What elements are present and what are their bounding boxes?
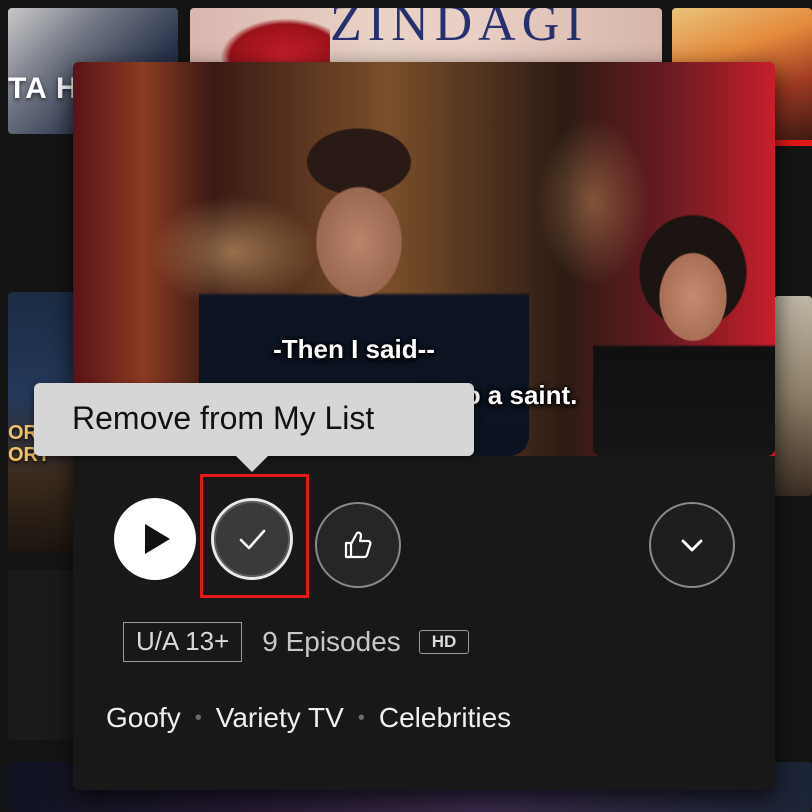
title-card-center-top[interactable]: ZINDAGI xyxy=(190,8,662,68)
genre-tag: Variety TV xyxy=(215,702,344,733)
title-card-left-low[interactable] xyxy=(8,570,74,740)
title-card-right-mid[interactable] xyxy=(774,296,812,496)
separator-dot: • xyxy=(194,706,202,729)
episode-count: 9 Episodes xyxy=(262,626,401,657)
play-icon xyxy=(145,524,170,554)
subtitle-line: -Then I said-- xyxy=(273,334,435,364)
like-button[interactable] xyxy=(315,502,401,588)
my-list-button[interactable] xyxy=(211,498,293,580)
preview-person-right xyxy=(593,162,775,456)
tooltip: Remove from My List xyxy=(34,383,474,456)
tooltip-arrow xyxy=(234,454,270,472)
title-card-wordmark: ZINDAGI xyxy=(330,8,589,52)
genre-tag: Goofy xyxy=(106,702,181,733)
thumbs-up-icon xyxy=(344,531,372,559)
genre-tag: Celebrities xyxy=(378,702,512,733)
genre-tags: Goofy • Variety TV • Celebrities xyxy=(106,702,511,734)
maturity-rating-badge: U/A 13+ xyxy=(123,622,243,662)
check-icon xyxy=(239,529,266,550)
card-progress-bar xyxy=(775,140,812,146)
separator-dot: • xyxy=(357,706,365,729)
chevron-down-icon xyxy=(681,539,703,552)
title-metadata: U/A 13+ 9 Episodes HD xyxy=(123,622,470,662)
more-info-button[interactable] xyxy=(649,502,735,588)
card-artwork xyxy=(220,18,330,68)
hd-badge: HD xyxy=(418,630,470,654)
play-button[interactable] xyxy=(114,498,196,580)
